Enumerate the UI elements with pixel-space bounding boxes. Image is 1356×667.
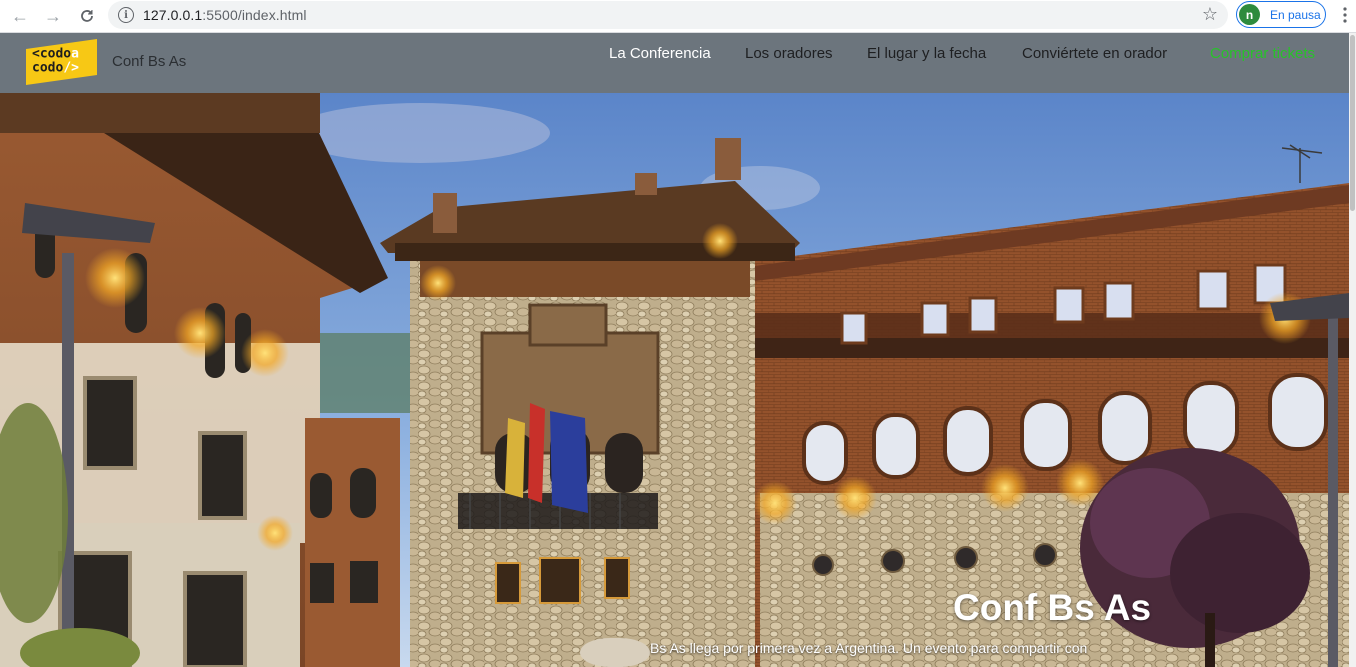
hero-subtitle: Bs As llega por primera vez a Argentina.…: [650, 640, 1088, 656]
web-page: <codoa codo/> Conf Bs As La Conferencia …: [0, 33, 1349, 667]
profile-status: En pausa: [1270, 7, 1321, 22]
page-scrollbar[interactable]: [1349, 33, 1356, 667]
nav-link-conviertete-orador[interactable]: Conviértete en orador: [1022, 45, 1167, 62]
nav-link-lugar-fecha[interactable]: El lugar y la fecha: [867, 45, 986, 62]
scrollbar-thumb[interactable]: [1350, 35, 1355, 211]
reload-icon[interactable]: [76, 5, 98, 27]
url-path: :5500/index.html: [202, 7, 307, 23]
address-bar[interactable]: i 127.0.0.1:5500/index.html ☆: [108, 1, 1228, 29]
info-icon[interactable]: i: [118, 7, 134, 23]
nav-link-comprar-tickets[interactable]: Comprar tickets: [1210, 45, 1315, 62]
hero-section: Conf Bs As Bs As llega por primera vez a…: [0, 93, 1349, 667]
star-icon[interactable]: ☆: [1202, 4, 1218, 25]
url-host: 127.0.0.1: [143, 7, 203, 23]
nav-link-los-oradores[interactable]: Los oradores: [745, 45, 833, 62]
nav-link-la-conferencia[interactable]: La Conferencia: [609, 45, 711, 62]
kebab-menu-icon[interactable]: [1338, 4, 1352, 26]
nav-menu: La Conferencia Los oradores El lugar y l…: [0, 33, 1349, 93]
arrow-left-icon[interactable]: ←: [9, 5, 31, 27]
profile-button[interactable]: n En pausa: [1236, 1, 1326, 28]
browser-toolbar: ← → i 127.0.0.1:5500/index.html ☆ n En p…: [0, 0, 1356, 33]
site-navbar: <codoa codo/> Conf Bs As La Conferencia …: [0, 33, 1349, 93]
url-text[interactable]: 127.0.0.1:5500/index.html: [143, 7, 307, 23]
arrow-right-icon[interactable]: →: [42, 5, 64, 27]
avatar: n: [1239, 4, 1260, 25]
hero-building-image: [0, 93, 1349, 667]
hero-title: Conf Bs As: [953, 587, 1152, 628]
